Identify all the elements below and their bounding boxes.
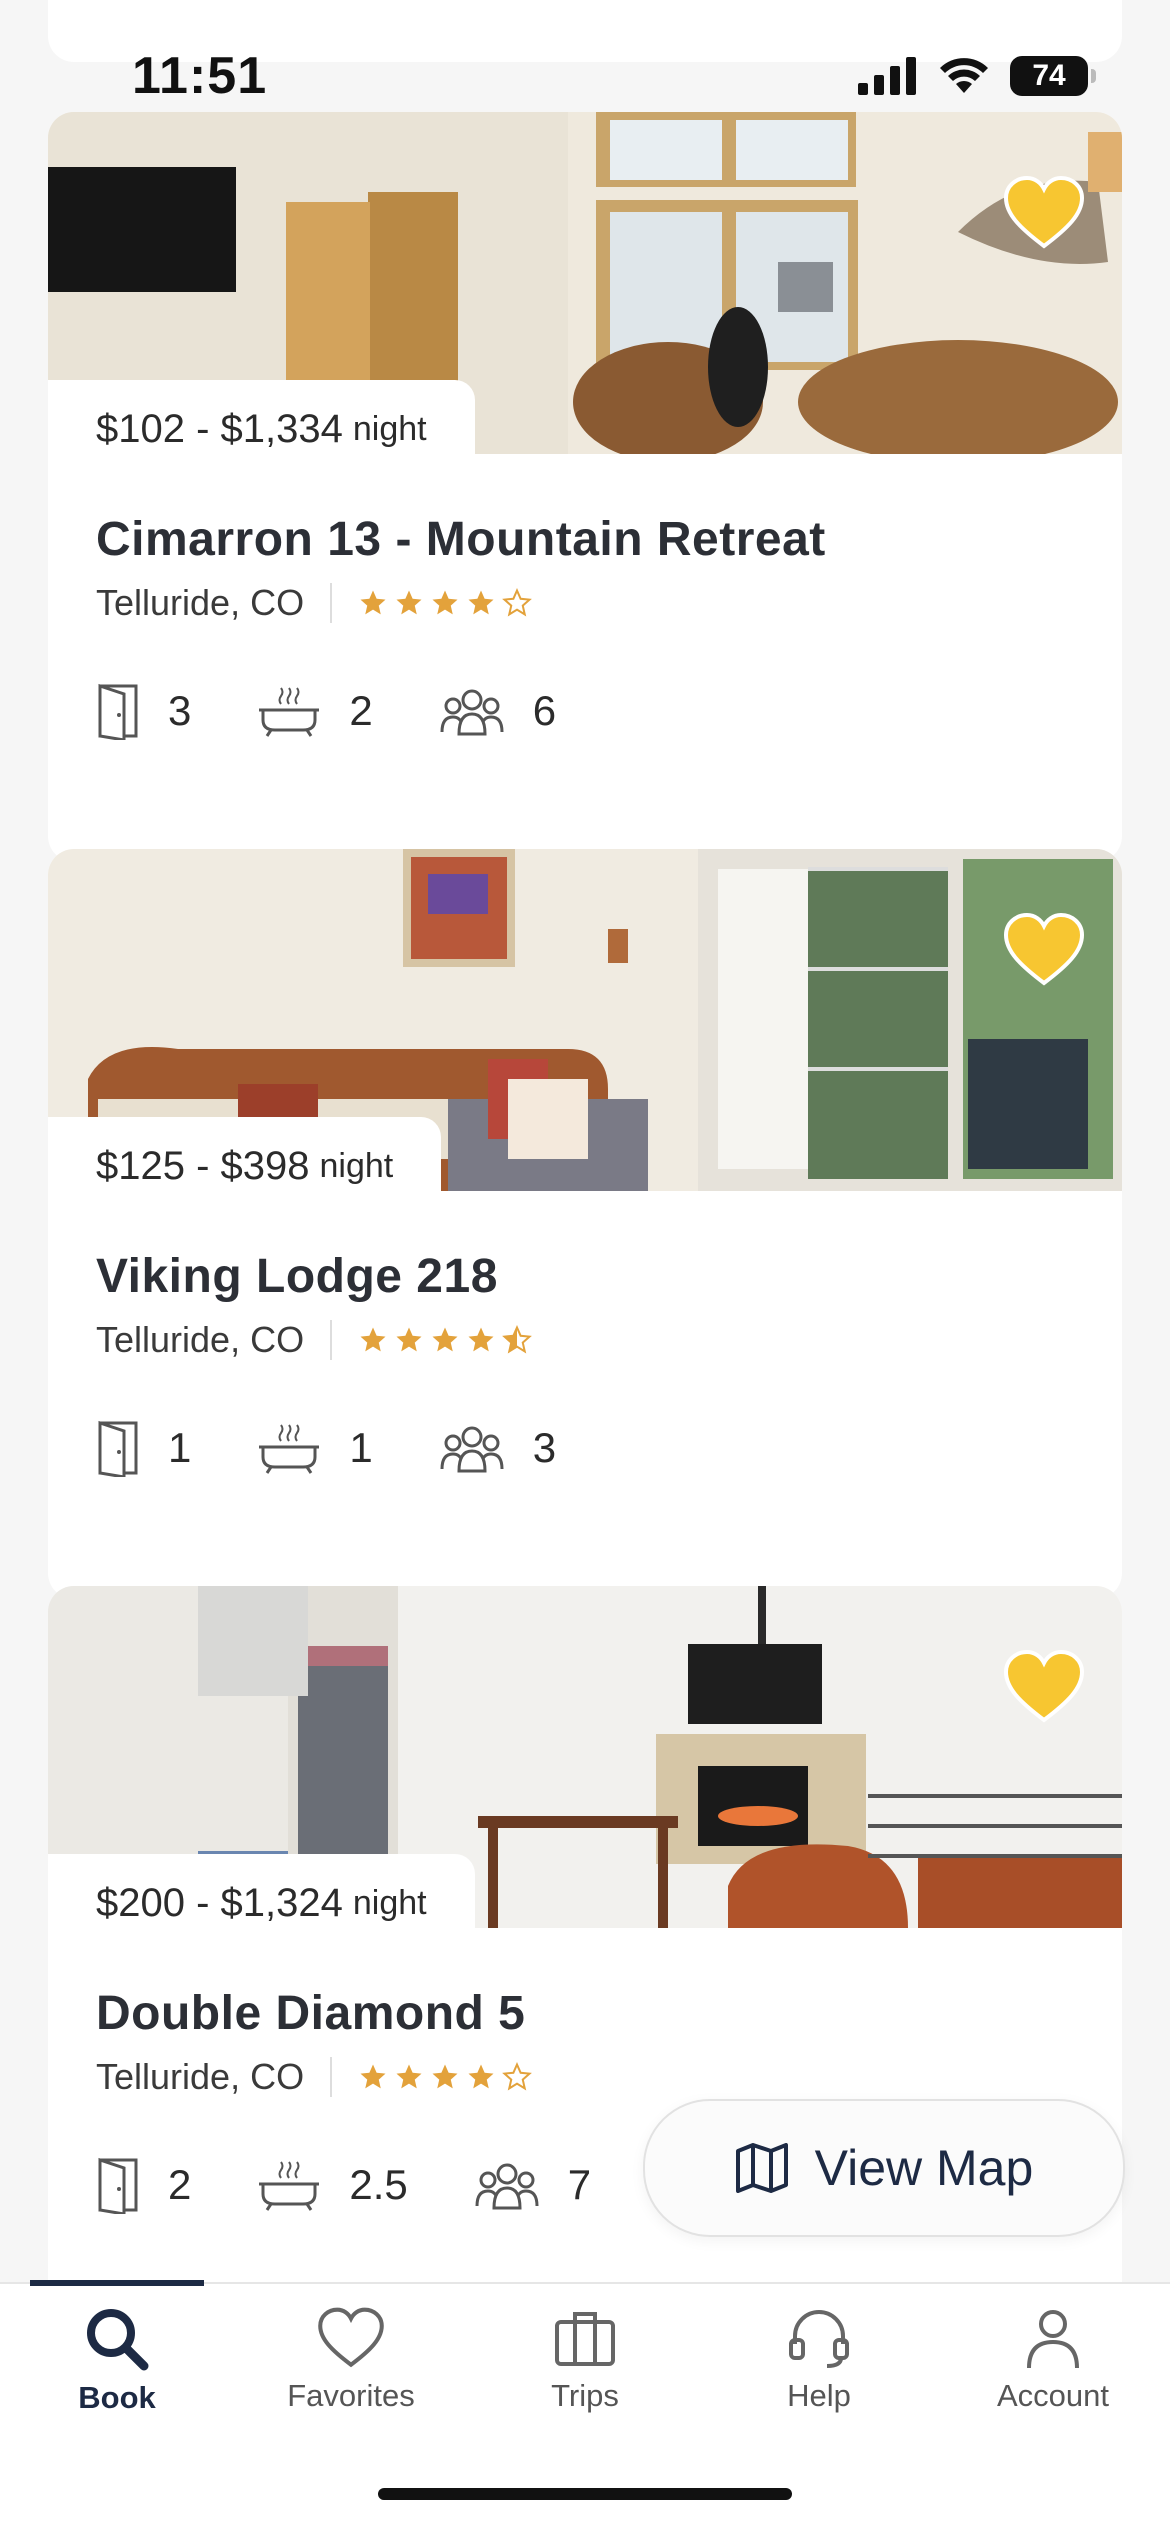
person-icon: [1027, 2310, 1079, 2369]
bathrooms-count: 2.5: [349, 2161, 408, 2208]
battery-icon: 74: [1010, 56, 1096, 96]
tab-label: Book: [78, 2380, 156, 2415]
door-icon: [98, 683, 138, 740]
tab-label: Account: [996, 2378, 1109, 2413]
guests-icon: [440, 689, 504, 736]
star-full-icon: [396, 1327, 422, 1352]
star-empty-icon: [502, 588, 532, 617]
search-icon: [87, 2309, 149, 2371]
listing-meta: Telluride, CO: [96, 1319, 532, 1361]
bathrooms-count: 1: [349, 1424, 373, 1471]
meta-divider: [330, 583, 333, 623]
listing-card[interactable]: $125 - $398 night Viking Lodge 218 Tellur…: [48, 849, 1122, 1599]
star-half-icon: [502, 1325, 532, 1354]
star-empty-icon: [502, 2062, 532, 2091]
tab-label: Trips: [551, 2378, 619, 2413]
bathrooms-stat: 1: [257, 1421, 373, 1475]
rating-stars: [358, 588, 532, 618]
star-full-icon: [468, 1327, 494, 1352]
listing-title[interactable]: Viking Lodge 218: [96, 1249, 498, 1304]
tab-account[interactable]: Account: [936, 2284, 1170, 2444]
star-full-icon: [396, 590, 422, 615]
tab-favorites[interactable]: Favorites: [234, 2284, 468, 2444]
bathtub-icon: [259, 687, 320, 737]
bathtub-icon: [259, 2161, 320, 2211]
meta-divider: [330, 1320, 333, 1360]
guests-icon: [475, 2163, 539, 2210]
rating-stars: [358, 1325, 532, 1355]
price-range: $200 - $1,324: [96, 1880, 343, 1925]
home-indicator: [378, 2488, 792, 2500]
price-tag: $125 - $398 night: [48, 1117, 442, 1215]
listing-title[interactable]: Double Diamond 5: [96, 1986, 525, 2041]
guests-count: 7: [567, 2161, 592, 2208]
rating-stars: [358, 2062, 532, 2092]
meta-divider: [330, 2057, 333, 2097]
signal-icon: [858, 57, 916, 95]
map-icon: [735, 2143, 788, 2193]
tab-help[interactable]: Help: [702, 2284, 936, 2444]
favorite-heart-icon[interactable]: [1002, 1648, 1086, 1726]
listing-meta: Telluride, CO: [96, 2056, 532, 2098]
star-full-icon: [432, 590, 458, 615]
price-unit: night: [352, 409, 427, 448]
listing-title[interactable]: Cimarron 13 - Mountain Retreat: [96, 512, 826, 567]
guests-stat: 3: [439, 1423, 556, 1473]
listing-location: Telluride, CO: [96, 2056, 305, 2097]
bedrooms-stat: 3: [96, 682, 191, 740]
star-full-icon: [396, 2064, 422, 2089]
price-range: $125 - $398: [96, 1143, 310, 1188]
door-icon: [98, 1420, 138, 1477]
door-icon: [98, 2157, 138, 2214]
tab-book[interactable]: Book: [0, 2280, 234, 2444]
view-map-label: View Map: [814, 2140, 1034, 2196]
view-map-button[interactable]: View Map: [643, 2099, 1125, 2237]
guests-stat: 6: [439, 686, 556, 736]
heart-icon: [318, 2307, 384, 2368]
price-unit: night: [352, 1883, 427, 1922]
guests-count: 3: [532, 1424, 557, 1471]
price-tag: $200 - $1,324 night: [48, 1854, 475, 1952]
star-full-icon: [432, 1327, 458, 1352]
active-tab-indicator: [30, 2280, 204, 2286]
wifi-icon: [940, 58, 988, 93]
star-full-icon: [360, 1327, 386, 1352]
bedrooms-count: 1: [168, 1424, 192, 1471]
tab-label: Favorites: [287, 2378, 415, 2413]
star-full-icon: [360, 2064, 386, 2089]
tab-trips[interactable]: Trips: [468, 2284, 702, 2444]
bedrooms-stat: 1: [96, 1419, 191, 1477]
favorite-heart-icon[interactable]: [1002, 911, 1086, 989]
price-range: $102 - $1,334: [96, 406, 343, 451]
guests-icon: [440, 1426, 504, 1473]
star-full-icon: [360, 590, 386, 615]
star-full-icon: [468, 590, 494, 615]
star-full-icon: [468, 2064, 494, 2089]
headset-icon: [789, 2310, 849, 2368]
listing-meta: Telluride, CO: [96, 582, 532, 624]
status-icons: 74: [858, 56, 1096, 96]
listing-stats: 2 2.5 7: [96, 2156, 657, 2214]
guests-stat: 7: [474, 2160, 591, 2210]
bathtub-icon: [259, 1424, 320, 1474]
briefcase-icon: [555, 2312, 615, 2366]
listing-card[interactable]: $102 - $1,334 night Cimarron 13 - Mountai…: [48, 112, 1122, 862]
listing-location: Telluride, CO: [96, 582, 305, 623]
bathrooms-count: 2: [349, 687, 373, 734]
bedrooms-count: 3: [168, 687, 192, 734]
listing-stats: 1 1 3: [96, 1419, 622, 1477]
bathrooms-stat: 2: [257, 684, 373, 738]
star-full-icon: [432, 2064, 458, 2089]
listing-location: Telluride, CO: [96, 1319, 305, 1360]
bedrooms-count: 2: [168, 2161, 192, 2208]
status-time: 11:51: [132, 47, 268, 105]
bedrooms-stat: 2: [96, 2156, 191, 2214]
tab-label: Help: [787, 2378, 851, 2413]
guests-count: 6: [532, 687, 557, 734]
listing-stats: 3 2 6: [96, 682, 622, 740]
bathrooms-stat: 2.5: [257, 2158, 408, 2212]
favorite-heart-icon[interactable]: [1002, 174, 1086, 252]
price-unit: night: [319, 1146, 394, 1185]
price-tag: $102 - $1,334 night: [48, 380, 475, 478]
